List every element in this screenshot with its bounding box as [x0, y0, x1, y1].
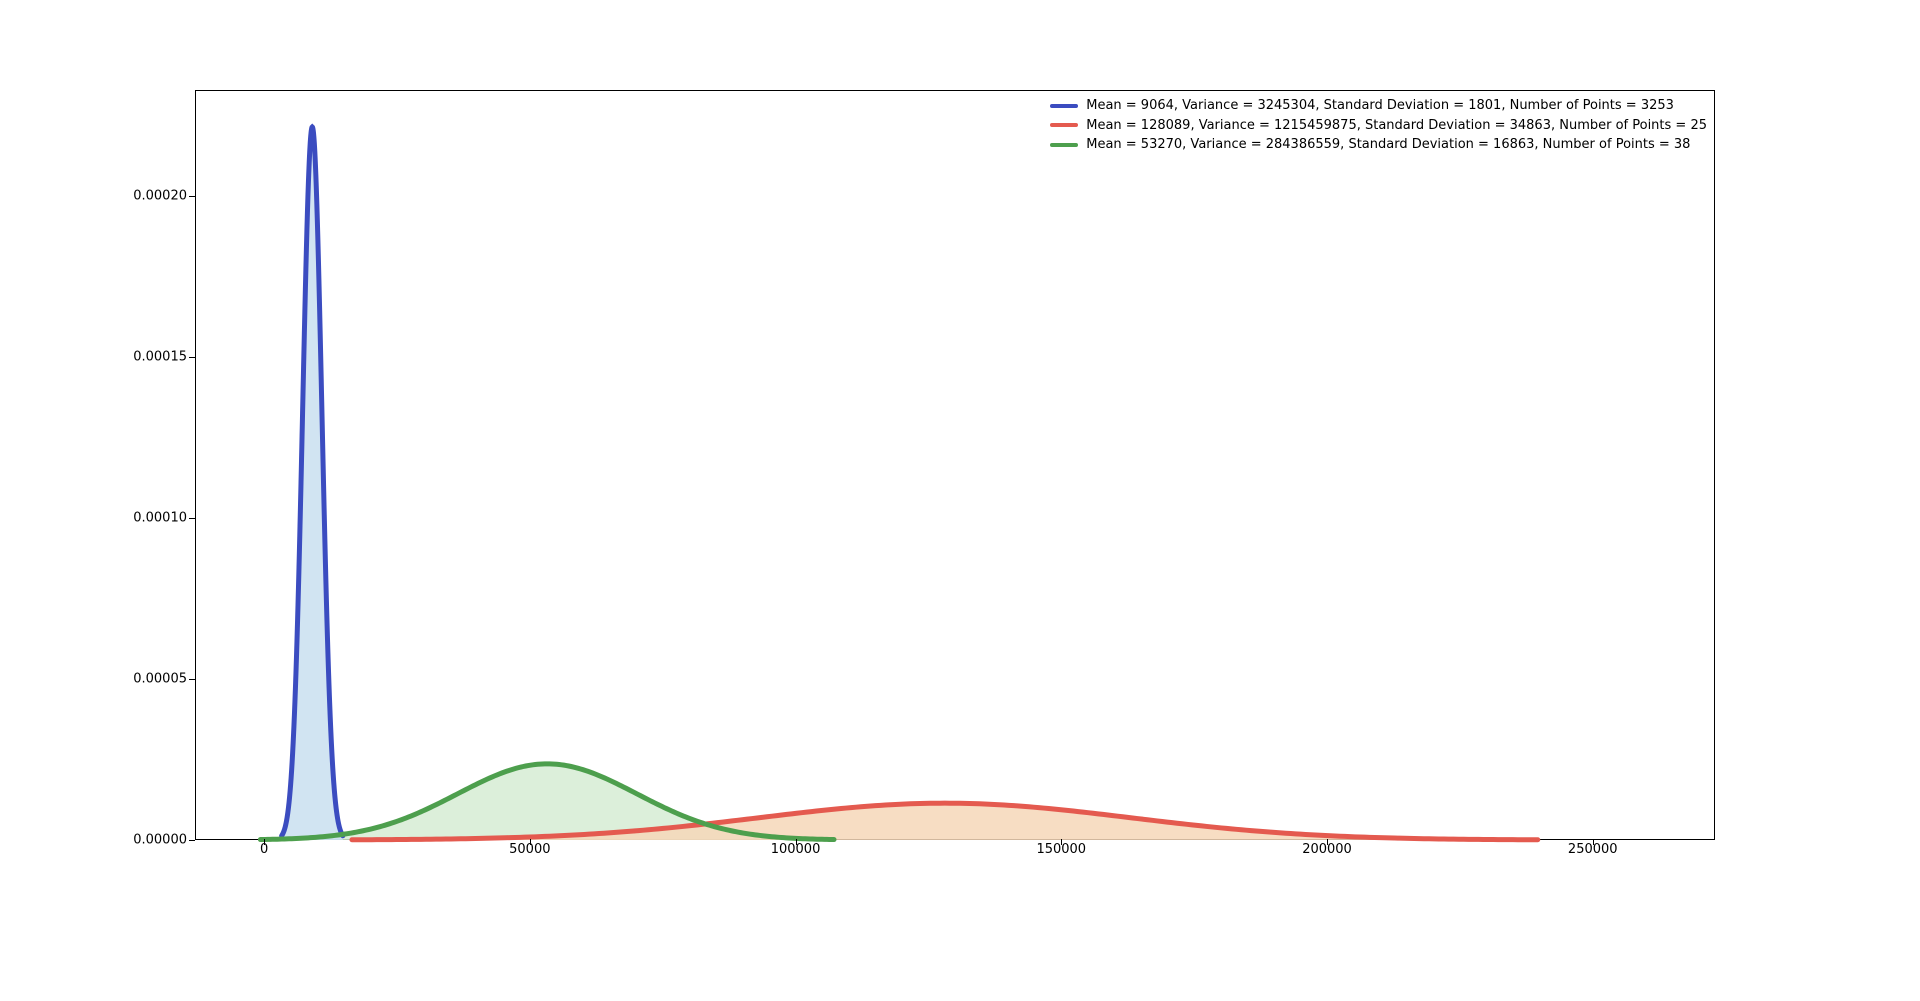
y-tick-mark: [189, 679, 195, 680]
y-tick-label: 0.00000: [87, 833, 187, 848]
y-tick-label: 0.00005: [87, 672, 187, 687]
y-tick-mark: [189, 196, 195, 197]
legend-item-0: Mean = 9064, Variance = 3245304, Standar…: [1050, 96, 1707, 116]
chart-svg: [195, 90, 1715, 840]
x-tick-label: 250000: [1553, 842, 1633, 857]
legend-swatch-0: [1050, 104, 1078, 108]
legend-label-2: Mean = 53270, Variance = 284386559, Stan…: [1086, 135, 1690, 155]
legend-item-1: Mean = 128089, Variance = 1215459875, St…: [1050, 116, 1707, 136]
y-tick-label: 0.00020: [87, 189, 187, 204]
x-tick-label: 0: [224, 842, 304, 857]
legend-item-2: Mean = 53270, Variance = 284386559, Stan…: [1050, 135, 1707, 155]
y-tick-label: 0.00015: [87, 350, 187, 365]
x-tick-label: 100000: [756, 842, 836, 857]
chart-container: Mean = 9064, Variance = 3245304, Standar…: [195, 90, 1715, 840]
y-tick-mark: [189, 840, 195, 841]
legend-label-0: Mean = 9064, Variance = 3245304, Standar…: [1086, 96, 1674, 116]
x-tick-label: 50000: [490, 842, 570, 857]
y-tick-mark: [189, 518, 195, 519]
y-tick-mark: [189, 357, 195, 358]
density-fill: [282, 127, 343, 840]
legend: Mean = 9064, Variance = 3245304, Standar…: [1050, 96, 1707, 155]
legend-swatch-2: [1050, 143, 1078, 147]
x-tick-label: 200000: [1287, 842, 1367, 857]
legend-label-1: Mean = 128089, Variance = 1215459875, St…: [1086, 116, 1707, 136]
legend-swatch-1: [1050, 123, 1078, 127]
x-tick-label: 150000: [1021, 842, 1101, 857]
y-tick-label: 0.00010: [87, 511, 187, 526]
